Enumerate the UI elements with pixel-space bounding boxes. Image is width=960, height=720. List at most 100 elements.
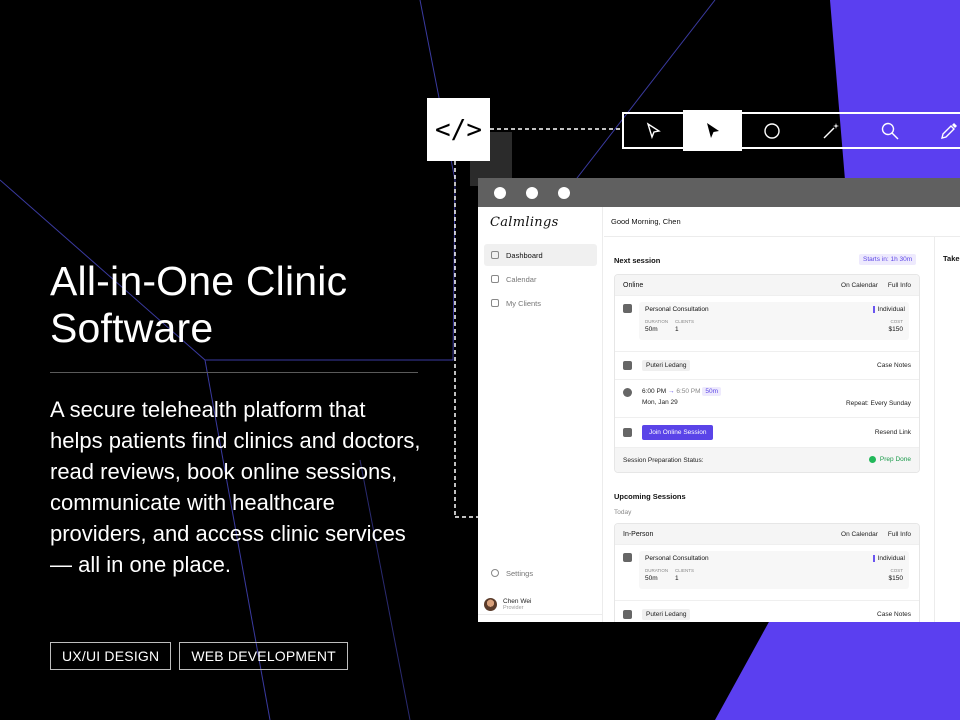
client-row: Puteri Ledang Case Notes: [615, 351, 919, 379]
tag-list: UX/UI DESIGN WEB DEVELOPMENT: [50, 642, 348, 670]
right-pane: Take: [934, 237, 960, 622]
duration-label: DURATION: [645, 568, 669, 573]
on-calendar-button[interactable]: On Calendar: [841, 282, 878, 289]
sidebar-item-label: Dashboard: [506, 250, 543, 260]
session-type-label: Individual: [872, 555, 905, 562]
dashboard-icon: [491, 251, 499, 259]
clients-value: 1: [675, 326, 679, 333]
session-type-icon: [623, 553, 632, 562]
consult-row: Personal Consultation Individual DURATIO…: [615, 295, 919, 351]
search-icon[interactable]: [860, 114, 919, 147]
card-header: Online On Calendar Full Info: [615, 275, 919, 295]
join-session-button[interactable]: Join Online Session: [642, 425, 714, 440]
resend-link-button[interactable]: Resend Link: [875, 429, 911, 436]
eyedropper-icon[interactable]: [919, 114, 960, 147]
circle-icon[interactable]: [742, 114, 801, 147]
sidebar-item-dashboard[interactable]: Dashboard: [484, 244, 597, 266]
tag-webdev: WEB DEVELOPMENT: [179, 642, 348, 670]
session-type-icon: [623, 304, 632, 313]
hero-title-line1: All-in-One Clinic: [50, 258, 348, 304]
cost-label: COST: [890, 568, 903, 573]
clients-value: 1: [675, 575, 679, 582]
time-row: 6:00 PM → 6:50 PM 50m Mon, Jan 29 Repeat…: [615, 379, 919, 417]
session-type-label: Individual: [872, 306, 905, 313]
user-divider: [478, 614, 603, 615]
consult-title: Personal Consultation: [645, 555, 709, 562]
user-icon: [623, 610, 632, 619]
sidebar-item-label: Calendar: [506, 274, 537, 284]
session-mode: In-Person: [623, 530, 654, 538]
starts-in-badge: Starts in: 1h 30m: [859, 254, 917, 265]
tool-bar: [622, 110, 960, 151]
line-decor-3: [559, 0, 716, 201]
consult-title: Personal Consultation: [645, 306, 709, 313]
sidebar-item-settings[interactable]: Settings: [484, 562, 597, 584]
case-notes-button[interactable]: Case Notes: [877, 362, 911, 369]
window-dot-1[interactable]: [494, 186, 506, 199]
magic-wand-icon[interactable]: [801, 114, 860, 147]
session-mode: Online: [623, 281, 644, 289]
join-row: Join Online Session Resend Link: [615, 417, 919, 447]
window-dot-2[interactable]: [526, 186, 538, 199]
prep-status-text: Prep Done: [879, 456, 911, 464]
window-titlebar: [478, 178, 960, 207]
pointer-outline-icon[interactable]: [624, 114, 683, 147]
header-divider: [604, 236, 960, 237]
video-icon: [623, 428, 632, 437]
clock-icon: [623, 388, 632, 397]
greeting: Good Morning, Chen: [611, 217, 681, 226]
main-content: Good Morning, Chen Next session Starts i…: [604, 207, 960, 622]
sidebar-item-label: My Clients: [506, 298, 542, 308]
sidebar-item-calendar[interactable]: Calendar: [484, 268, 597, 290]
full-info-button[interactable]: Full Info: [888, 282, 911, 289]
duration-label: DURATION: [645, 319, 669, 324]
sidebar-item-my-clients[interactable]: My Clients: [484, 292, 597, 314]
consult-box: Personal Consultation Individual DURATIO…: [639, 302, 909, 340]
pointer-filled-icon[interactable]: [683, 110, 742, 151]
avatar: [484, 598, 497, 611]
full-info-button[interactable]: Full Info: [888, 531, 911, 538]
hero-divider: [50, 372, 418, 373]
code-icon: </>: [427, 98, 490, 161]
start-time: 6:00 PM: [642, 388, 667, 395]
upcoming-title: Upcoming Sessions: [614, 492, 686, 501]
repeat-label[interactable]: Repeat: Every Sunday: [846, 400, 911, 407]
user-icon: [623, 361, 632, 370]
window-dot-3[interactable]: [558, 186, 570, 199]
user-name: Chen Wei: [503, 598, 532, 605]
upcoming-day: Today: [614, 509, 632, 516]
clients-label: CLIENTS: [675, 319, 695, 324]
client-row: Puteri Ledang Case Notes: [615, 600, 919, 622]
consult-box: Personal Consultation Individual DURATIO…: [639, 551, 909, 589]
cost-value: $150: [888, 575, 903, 582]
app-window: Calmlings Dashboard Calendar My Clients …: [478, 178, 960, 622]
next-session-title: Next session: [614, 256, 661, 265]
duration-value: 50m: [645, 326, 658, 333]
duration-value: 50m: [645, 575, 658, 582]
client-name[interactable]: Puteri Ledang: [642, 609, 691, 620]
consult-row: Personal Consultation Individual DURATIO…: [615, 544, 919, 600]
client-name[interactable]: Puteri Ledang: [642, 360, 691, 371]
hero-title-line2: Software: [50, 305, 214, 351]
hero-description: A secure telehealth platform that helps …: [50, 397, 421, 577]
upcoming-session-card: In-Person On Calendar Full Info Personal…: [614, 523, 920, 622]
card-header: In-Person On Calendar Full Info: [615, 524, 919, 544]
right-pane-title: Take: [943, 254, 960, 263]
case-notes-button[interactable]: Case Notes: [877, 611, 911, 618]
session-date: Mon, Jan 29: [642, 399, 678, 406]
hero-title: All-in-One Clinic Software: [50, 258, 430, 352]
calendar-icon: [491, 275, 499, 283]
gear-icon: [491, 569, 499, 577]
purple-shape-bottom: [715, 620, 960, 720]
user-profile[interactable]: Chen Wei Provider: [484, 598, 531, 611]
prep-row: Session Preparation Status: Prep Done: [615, 447, 919, 472]
cost-label: COST: [890, 319, 903, 324]
check-icon: [868, 456, 876, 464]
clients-label: CLIENTS: [675, 568, 695, 573]
prep-status: Prep Done: [868, 456, 911, 464]
next-session-card: Online On Calendar Full Info Personal Co…: [614, 274, 920, 473]
user-role: Provider: [503, 605, 524, 611]
cost-value: $150: [888, 326, 903, 333]
length-chip: 50m: [702, 387, 722, 396]
on-calendar-button[interactable]: On Calendar: [841, 531, 878, 538]
